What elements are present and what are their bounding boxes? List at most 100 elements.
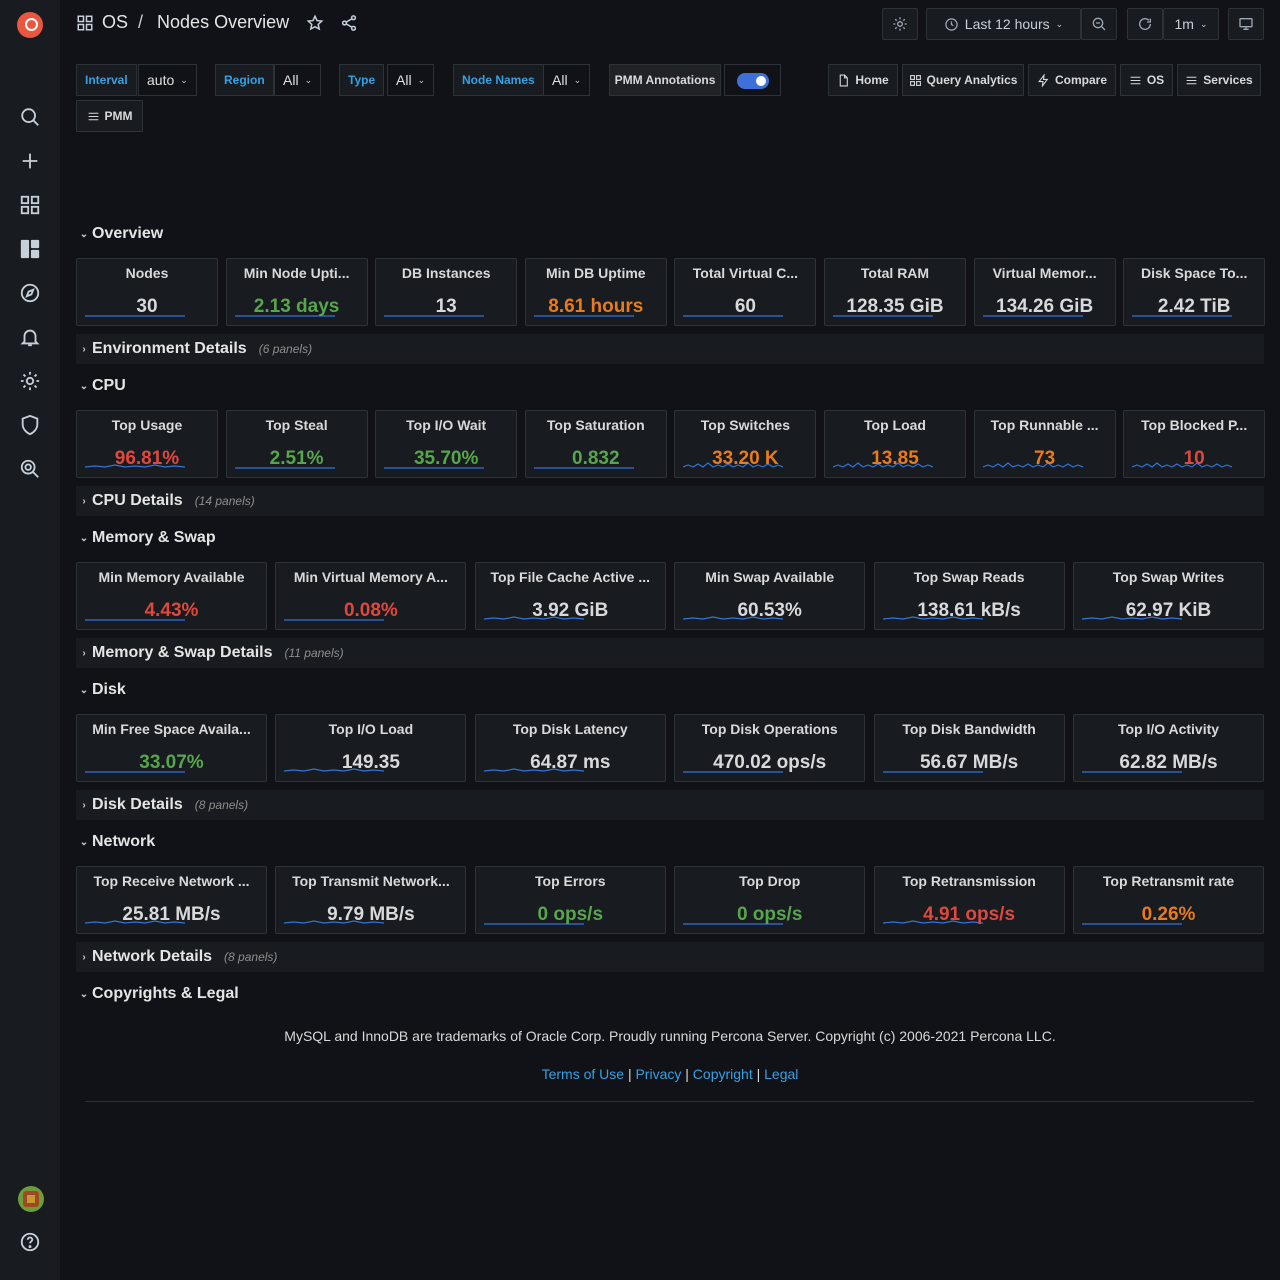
stat-panel[interactable]: Top Disk Bandwidth 56.67 MB/s	[873, 714, 1065, 782]
search-icon[interactable]	[18, 105, 42, 129]
link-pmm[interactable]: PMM	[76, 100, 143, 132]
configuration-gear-icon[interactable]	[18, 369, 42, 393]
row-overview[interactable]: ⌄ Overview	[76, 219, 1264, 249]
stat-panel[interactable]: Top Disk Latency 64.87 ms	[474, 714, 666, 782]
link-services[interactable]: Services	[1177, 64, 1261, 96]
stat-panel[interactable]: Virtual Memor... 134.26 GiB	[973, 258, 1116, 326]
stat-panel-title: Top I/O Activity	[1117, 721, 1220, 737]
breadcrumb-folder[interactable]: OS	[102, 12, 128, 33]
stat-panel[interactable]: Top Steal 2.51%	[225, 410, 368, 478]
stat-panel[interactable]: Min Free Space Availa... 33.07%	[76, 714, 267, 782]
stat-panel[interactable]: Top Transmit Network... 9.79 MB/s	[275, 866, 467, 934]
stat-panel-value: 0.26%	[1141, 904, 1196, 925]
stat-panel[interactable]: Total RAM 128.35 GiB	[824, 258, 966, 326]
variable-interval-select[interactable]: auto ⌄	[138, 64, 197, 96]
stat-panel-title: Min Swap Available	[705, 569, 835, 585]
stat-panel[interactable]: Top Disk Operations 470.02 ops/s	[674, 714, 866, 782]
stat-panel[interactable]: Top Blocked P... 10	[1123, 410, 1266, 478]
row-title: Disk	[92, 681, 126, 698]
menu-icon	[1186, 76, 1197, 84]
variable-region-select[interactable]: All ⌄	[274, 64, 322, 96]
stat-panel[interactable]: Top Runnable ... 73	[973, 410, 1116, 478]
stat-panel-value: 10	[1183, 448, 1205, 469]
help-icon[interactable]	[18, 1230, 42, 1254]
database-checks-icon[interactable]	[18, 457, 42, 481]
percona-logo-icon[interactable]	[17, 12, 43, 38]
copyright-link[interactable]: Copyright	[693, 1066, 753, 1082]
row-cpu[interactable]: ⌄ CPU	[76, 371, 1264, 401]
stat-panel[interactable]: Top Load 13.85	[824, 410, 966, 478]
stat-panel-title: Nodes	[125, 265, 169, 281]
row-panel-count: (8 panels)	[224, 950, 278, 964]
row-copyrights-legal[interactable]: ⌄ Copyrights & Legal	[76, 979, 1264, 1009]
stat-panel[interactable]: Min Swap Available 60.53%	[674, 562, 866, 630]
stat-panel[interactable]: Disk Space To... 2.42 TiB	[1123, 258, 1266, 326]
legal-link[interactable]: Legal	[764, 1066, 798, 1082]
stat-panel[interactable]: Nodes 30	[76, 258, 218, 326]
stat-panel-value: 149.35	[341, 752, 400, 773]
stat-panel[interactable]: Top Receive Network ... 25.81 MB/s	[76, 866, 267, 934]
link-home[interactable]: Home	[828, 64, 898, 96]
stat-panel[interactable]: Top Switches 33.20 K	[674, 410, 817, 478]
row-disk-details[interactable]: › Disk Details (8 panels)	[76, 790, 1264, 820]
row-network-details[interactable]: › Network Details (8 panels)	[76, 942, 1264, 972]
gear-icon	[893, 17, 907, 31]
variable-node-names-select[interactable]: All ⌄	[543, 64, 591, 96]
stat-panel-title: Top Blocked P...	[1141, 417, 1248, 433]
stat-panel[interactable]: Top Swap Reads 138.61 kB/s	[873, 562, 1065, 630]
row-cpu-details[interactable]: › CPU Details (14 panels)	[76, 486, 1264, 516]
privacy-link[interactable]: Privacy	[635, 1066, 681, 1082]
chevron-right-icon: ›	[82, 495, 86, 507]
pmm-annotations-toggle[interactable]	[737, 73, 769, 89]
chevron-down-icon: ⌄	[79, 684, 89, 696]
stat-panel[interactable]: Top I/O Wait 35.70%	[375, 410, 518, 478]
stat-panel[interactable]: Top Swap Writes 62.97 KiB	[1073, 562, 1264, 630]
user-avatar[interactable]	[18, 1186, 44, 1212]
stat-panel[interactable]: Min Node Upti... 2.13 days	[225, 258, 368, 326]
dashboards-icon[interactable]	[18, 193, 42, 217]
terms-of-use-link[interactable]: Terms of Use	[542, 1066, 624, 1082]
stat-panel[interactable]: Min Memory Available 4.43%	[76, 562, 267, 630]
star-icon[interactable]	[302, 10, 328, 36]
stat-panel-value: 96.81%	[114, 448, 180, 469]
stat-panel[interactable]: Min DB Uptime 8.61 hours	[524, 258, 667, 326]
server-admin-shield-icon[interactable]	[18, 413, 42, 437]
stat-panel[interactable]: Total Virtual C... 60	[674, 258, 817, 326]
stat-panel[interactable]: Top Drop 0 ops/s	[674, 866, 866, 934]
top-navbar: OS / Nodes Overview Last 12 hours ⌄ 1m ⌄	[60, 0, 1280, 48]
row-network[interactable]: ⌄ Network	[76, 827, 1264, 857]
link-compare[interactable]: Compare	[1028, 64, 1116, 96]
menu-icon	[88, 112, 98, 120]
row-disk[interactable]: ⌄ Disk	[76, 675, 1264, 705]
row-memory-swap-details[interactable]: › Memory & Swap Details (11 panels)	[76, 638, 1264, 668]
stat-panel[interactable]: Top Usage 96.81%	[76, 410, 218, 478]
dashboard-settings-button[interactable]	[882, 8, 918, 40]
pmm-dashboard-icon[interactable]	[18, 237, 42, 261]
plus-icon[interactable]	[18, 149, 42, 173]
link-os[interactable]: OS	[1120, 64, 1173, 96]
row-memory-swap[interactable]: ⌄ Memory & Swap	[76, 523, 1264, 553]
stat-panel[interactable]: Top Retransmission 4.91 ops/s	[873, 866, 1065, 934]
stat-panel[interactable]: DB Instances 13	[375, 258, 518, 326]
row-environment-details[interactable]: › Environment Details (6 panels)	[76, 334, 1264, 364]
zoom-out-button[interactable]	[1081, 8, 1117, 40]
stat-panel[interactable]: Top I/O Activity 62.82 MB/s	[1073, 714, 1264, 782]
stat-panel[interactable]: Min Virtual Memory A... 0.08%	[275, 562, 467, 630]
stat-panel[interactable]: Top Errors 0 ops/s	[474, 866, 666, 934]
variable-type-select[interactable]: All ⌄	[387, 64, 435, 96]
stat-panel[interactable]: Top File Cache Active ... 3.92 GiB	[474, 562, 666, 630]
refresh-interval-picker[interactable]: 1m ⌄	[1163, 8, 1219, 40]
page-title[interactable]: Nodes Overview	[157, 12, 289, 33]
stat-panel[interactable]: Top Retransmit rate 0.26%	[1073, 866, 1264, 934]
stat-panel[interactable]: Top I/O Load 149.35	[275, 714, 467, 782]
time-range-picker[interactable]: Last 12 hours ⌄	[926, 8, 1081, 40]
alerting-bell-icon[interactable]	[18, 325, 42, 349]
stat-panel-title: Min Node Upti...	[243, 265, 350, 281]
link-query-analytics[interactable]: Query Analytics	[902, 64, 1024, 96]
explore-compass-icon[interactable]	[18, 281, 42, 305]
share-icon[interactable]	[336, 10, 362, 36]
stat-panel[interactable]: Top Saturation 0.832	[524, 410, 667, 478]
refresh-button[interactable]	[1127, 8, 1163, 40]
view-mode-button[interactable]	[1228, 8, 1264, 40]
stat-panel-title: Top Receive Network ...	[93, 873, 250, 889]
